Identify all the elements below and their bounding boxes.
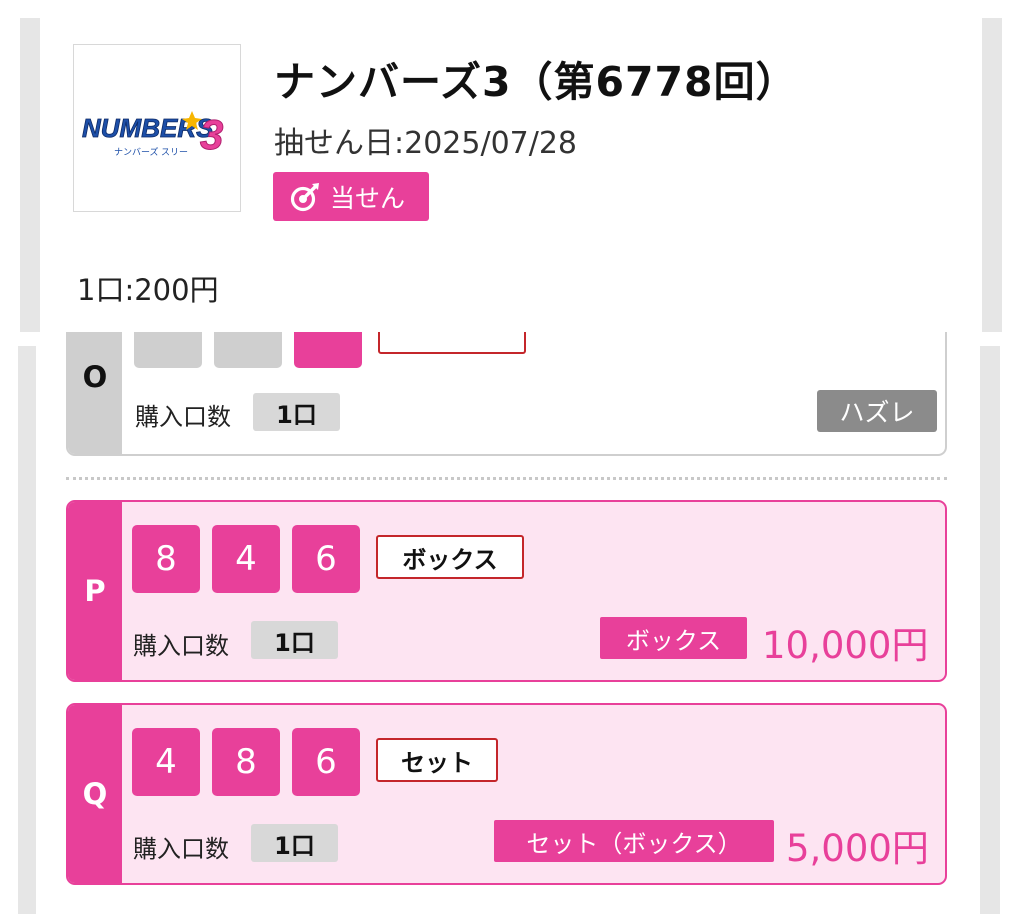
unit-price-value: 200円 <box>134 273 219 307</box>
numbers3-logo: NUMBERS 3 ナンバーズ スリー <box>73 44 241 212</box>
divider <box>66 477 947 480</box>
purchase-qty-label: 購入口数 <box>135 403 231 431</box>
result-miss-badge: ハズレ <box>817 390 937 432</box>
target-icon <box>290 182 319 211</box>
unit-price: 1口:200円 <box>77 267 219 309</box>
purchase-qty-label: 購入口数 <box>133 835 229 863</box>
right-gutter-top <box>982 18 1002 332</box>
draw-date-label: 抽せん日: <box>274 126 405 161</box>
number-cell: 6 <box>292 525 360 593</box>
left-gutter-top <box>20 18 40 332</box>
entry-row-q: Q 4 8 6 セット 購入口数 1口 セット（ボックス） 5,000円 <box>66 703 947 885</box>
svg-text:ナンバーズ スリー: ナンバーズ スリー <box>114 146 188 157</box>
bet-type-tag: セット <box>376 738 498 782</box>
prize-amount: 5,000円 <box>786 827 929 870</box>
number-cell: 8 <box>212 728 280 796</box>
page-title: ナンバーズ3（第6778回） <box>274 58 798 106</box>
draw-date: 抽せん日:2025/07/28 <box>274 118 577 162</box>
number-cell: 4 <box>212 525 280 593</box>
right-gutter-bottom <box>980 346 1000 914</box>
number-cell: 4 <box>132 728 200 796</box>
entry-row-p: P 8 4 6 ボックス 購入口数 1口 ボックス 10,000円 <box>66 500 947 682</box>
bet-type-tag: ボックス <box>376 535 524 579</box>
number-cell: 8 <box>132 525 200 593</box>
row-label: P <box>68 502 122 680</box>
purchase-qty-value: 1口 <box>251 621 338 659</box>
number-cell: 6 <box>292 728 360 796</box>
left-gutter-bottom <box>18 346 36 914</box>
purchase-qty-label: 購入口数 <box>133 632 229 660</box>
unit-price-label: 1口: <box>77 273 135 307</box>
prize-type-badge: ボックス <box>600 617 747 659</box>
prize-type-badge: セット（ボックス） <box>494 820 774 862</box>
row-label: Q <box>68 705 122 883</box>
prize-amount: 10,000円 <box>762 624 929 667</box>
win-status-badge: 当せん <box>273 172 429 221</box>
win-status-label: 当せん <box>330 183 406 213</box>
purchase-qty-value: 1口 <box>251 824 338 862</box>
purchase-qty-value: 1口 <box>253 393 340 431</box>
svg-text:3: 3 <box>200 111 223 158</box>
draw-date-value: 2025/07/28 <box>404 126 578 161</box>
header-card: NUMBERS 3 ナンバーズ スリー ナンバーズ3（第6778回） 抽せん日:… <box>40 18 982 332</box>
